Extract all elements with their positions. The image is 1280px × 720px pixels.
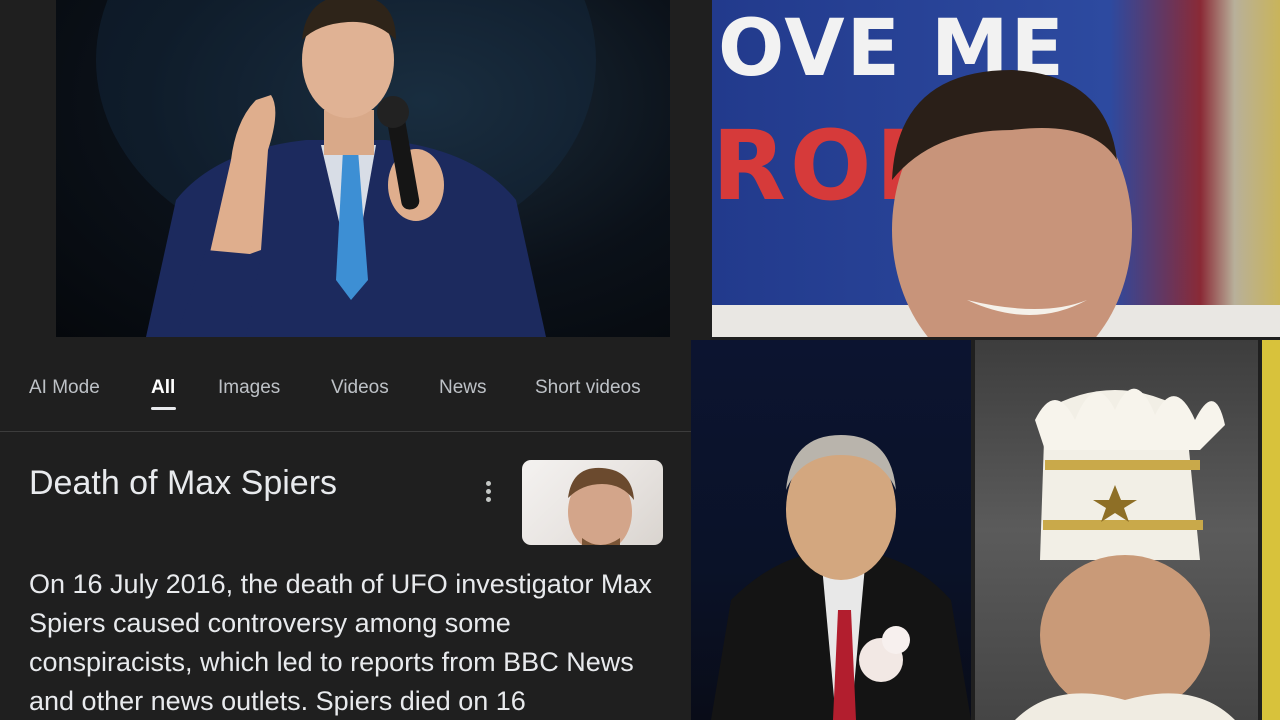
knowledge-panel-title: Death of Max Spiers: [29, 464, 338, 502]
elder-illustration: [711, 435, 971, 720]
more-vert-icon[interactable]: [476, 475, 500, 509]
partial-photo-edge[interactable]: [1262, 340, 1280, 720]
smiling-man-illustration: [712, 70, 1280, 337]
crown-photo[interactable]: [975, 340, 1258, 720]
speaker-photo[interactable]: [0, 0, 712, 337]
tab-short-videos[interactable]: Short videos: [535, 377, 641, 399]
more-dot: [486, 481, 491, 486]
sign-photo[interactable]: OVE ME ROI: [712, 0, 1280, 337]
more-dot: [486, 497, 491, 502]
tab-ai-mode[interactable]: AI Mode: [29, 377, 100, 399]
tab-news[interactable]: News: [439, 377, 487, 399]
tab-all[interactable]: All: [151, 377, 175, 399]
speaker-illustration: [96, 0, 596, 337]
portrait-thumbnail-illustration: [568, 467, 634, 545]
knowledge-panel-thumbnail[interactable]: [522, 460, 663, 545]
search-results-panel: AI Mode All Images Videos News Short vid…: [0, 337, 691, 720]
elder-photo[interactable]: [691, 340, 971, 720]
crowned-man-illustration: [1015, 388, 1235, 720]
search-tabs: AI Mode All Images Videos News Short vid…: [0, 337, 691, 432]
active-tab-indicator: [151, 407, 176, 410]
speaker-photo-frame: [56, 0, 670, 337]
tab-videos[interactable]: Videos: [331, 377, 389, 399]
knowledge-panel-description: On 16 July 2016, the death of UFO invest…: [29, 569, 652, 716]
tab-images[interactable]: Images: [218, 377, 280, 399]
more-dot: [486, 489, 491, 494]
